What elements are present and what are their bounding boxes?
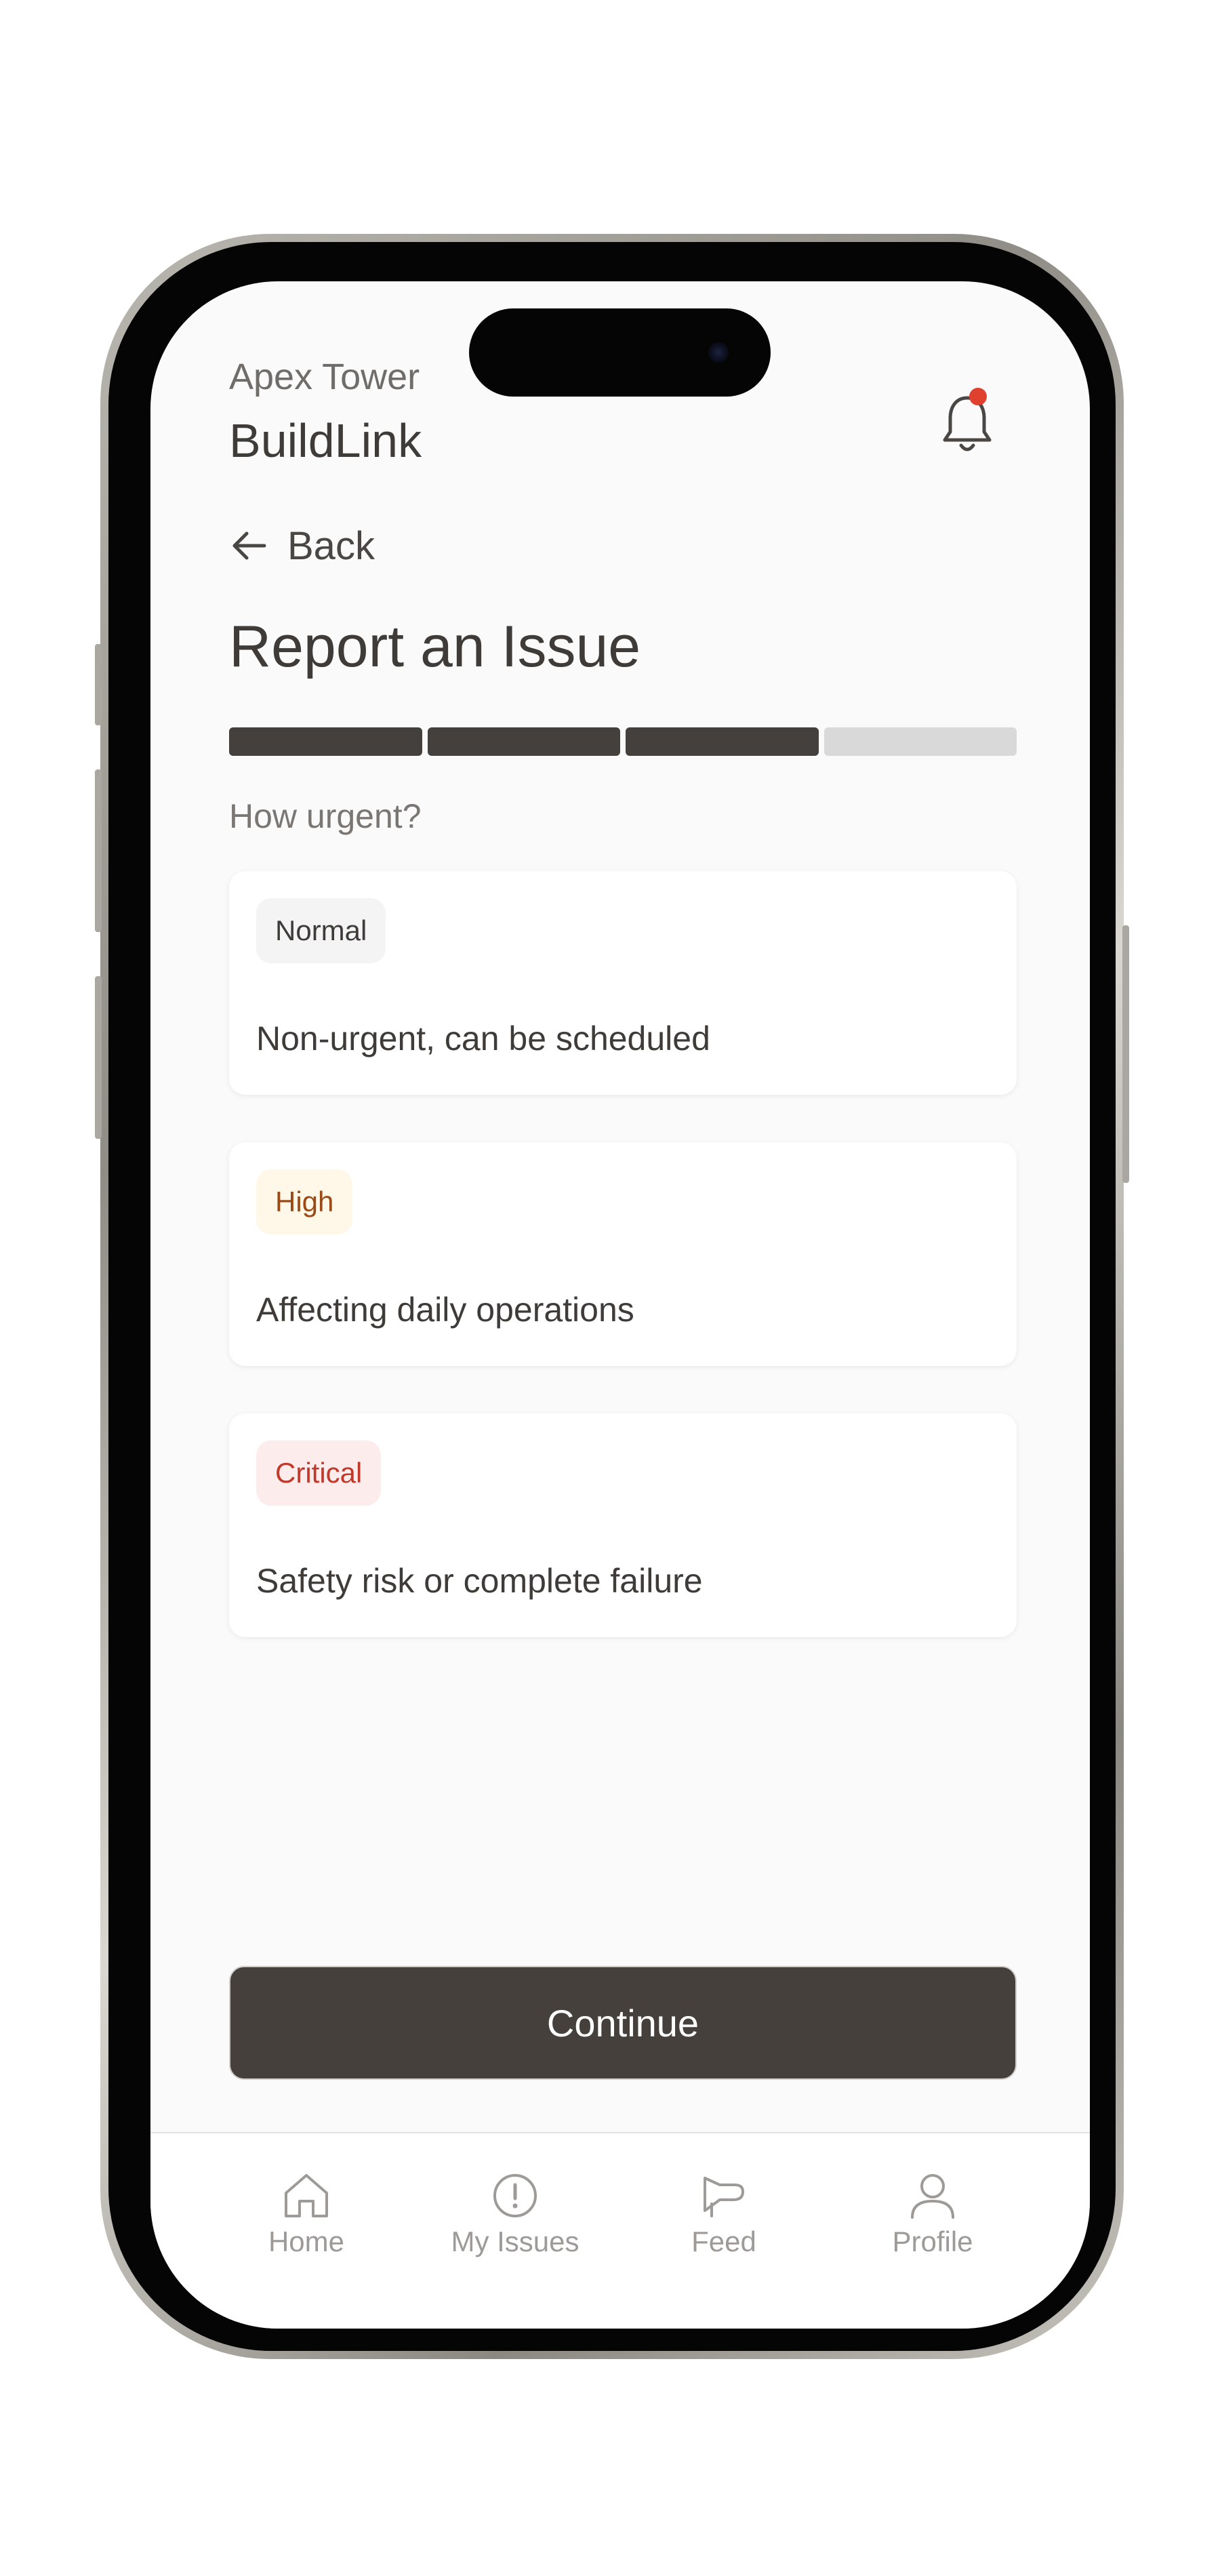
progress-step-3 (626, 727, 819, 756)
arrow-left-icon (232, 531, 266, 560)
urgency-question: How urgent? (229, 797, 422, 835)
progress-step-2 (427, 727, 620, 756)
progress-step-1 (229, 727, 422, 756)
tab-label: My Issues (451, 2226, 580, 2257)
continue-button[interactable]: Continue (229, 1966, 1017, 2080)
page-title: Report an Issue (229, 614, 641, 679)
back-button[interactable]: Back (229, 519, 375, 573)
action-button (95, 644, 102, 725)
app-title: BuildLink (229, 414, 422, 467)
back-label: Back (287, 523, 375, 568)
tab-label: Profile (892, 2226, 973, 2257)
home-icon (285, 2174, 328, 2217)
camera-icon (708, 342, 729, 363)
progress-step-4 (824, 727, 1017, 756)
urgency-badge-normal: Normal (256, 898, 386, 963)
user-icon (911, 2174, 954, 2219)
urgency-option-high[interactable]: High Affecting daily operations (229, 1142, 1017, 1366)
power-button (1122, 925, 1129, 1183)
urgency-description: Affecting daily operations (256, 1291, 634, 1329)
urgency-badge-critical: Critical (256, 1441, 382, 1506)
app-screen: Apex Tower BuildLink Back Report an Issu… (150, 281, 1090, 2329)
megaphone-icon (704, 2177, 744, 2217)
urgency-option-normal[interactable]: Normal Non-urgent, can be scheduled (229, 871, 1017, 1095)
notification-bell-icon[interactable] (937, 390, 998, 458)
phone-frame: Apex Tower BuildLink Back Report an Issu… (95, 234, 1129, 2359)
tab-profile[interactable]: Profile (845, 2169, 1021, 2258)
volume-down-button (95, 976, 102, 1139)
alert-circle-icon (493, 2174, 537, 2217)
tab-home[interactable]: Home (218, 2169, 394, 2258)
urgency-description: Safety risk or complete failure (256, 1562, 703, 1600)
tab-label: Feed (691, 2226, 756, 2257)
building-name: Apex Tower (229, 357, 420, 397)
step-progress-bar (229, 727, 1017, 756)
phone-bezel: Apex Tower BuildLink Back Report an Issu… (108, 242, 1116, 2351)
tab-my-issues[interactable]: My Issues (427, 2169, 603, 2258)
urgency-description: Non-urgent, can be scheduled (256, 1020, 710, 1058)
tab-label: Home (268, 2226, 345, 2257)
urgency-option-critical[interactable]: Critical Safety risk or complete failure (229, 1413, 1017, 1637)
volume-up-button (95, 769, 102, 932)
dynamic-island (469, 308, 771, 397)
urgency-badge-high: High (256, 1169, 353, 1234)
tab-feed[interactable]: Feed (636, 2169, 812, 2258)
notification-dot (969, 388, 987, 405)
bottom-tab-bar: Home My Issues Feed Profile (150, 2132, 1090, 2329)
